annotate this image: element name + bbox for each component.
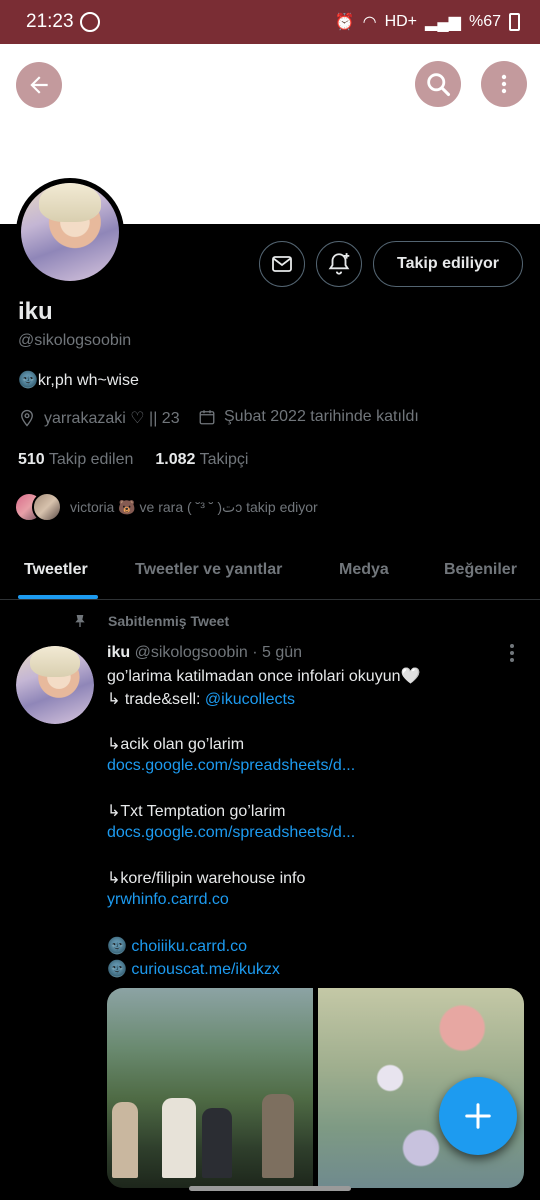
- tweet-line-prefix: 🌚: [107, 961, 132, 978]
- dot-icon: [510, 650, 514, 655]
- tweet-avatar[interactable]: [16, 646, 94, 724]
- avatar-image: [21, 183, 119, 281]
- alarm-icon: ⏰: [334, 14, 355, 31]
- joined-text: Şubat 2022 tarihinde katıldı: [224, 408, 419, 425]
- battery-icon: [509, 13, 520, 31]
- profile-joined: Şubat 2022 tarihinde katıldı: [198, 408, 419, 426]
- followers-stat[interactable]: 1.082 Takipçi: [155, 451, 248, 469]
- profile-bio: 🌚kr,ph wh~wise: [18, 372, 139, 389]
- following-count: 510: [18, 451, 45, 468]
- pin-icon: [75, 615, 85, 627]
- followed-by-row[interactable]: victoria 🐻 ve rara ت( ˘ ³˘ )ɔ takip ediy…: [14, 492, 318, 522]
- following-label: Takip edilen: [48, 451, 134, 468]
- status-right: ⏰ ◠ HD+ ▂▄▆ %67: [335, 12, 520, 32]
- tweet-link[interactable]: docs.google.com/spreadsheets/d...: [107, 824, 355, 842]
- more-vertical-icon: [501, 74, 507, 94]
- calendar-icon: [199, 410, 215, 425]
- profile-stats: 510 Takip edilen 1.082 Takipçi: [18, 451, 248, 469]
- status-bar: 21:23 ⏰ ◠ HD+ ▂▄▆ %67: [0, 0, 540, 44]
- tweet-text-line: ↳ trade&sell: @ikucollects: [107, 689, 295, 709]
- network-label: HD+: [384, 13, 418, 30]
- status-time: 21:23: [26, 11, 74, 32]
- tweet-text-line: 🌚 curiouscat.me/ikukzx: [107, 959, 280, 979]
- followers-count: 1.082: [155, 451, 196, 468]
- arrow-left-icon: [30, 76, 48, 94]
- media-figure: [112, 1102, 138, 1178]
- media-figure: [162, 1098, 196, 1178]
- followed-by-text: victoria 🐻 ve rara ت( ˘ ³˘ )ɔ takip ediy…: [70, 498, 318, 515]
- tweet-text-line: go’larima katilmadan once infolari okuyu…: [107, 668, 421, 685]
- tweet-header: iku @sikologsoobin · 5 gün: [107, 644, 302, 662]
- tweet-time: · 5 gün: [252, 644, 303, 661]
- profile-tabs: Tweetler Tweetler ve yanıtlar Medya Beğe…: [0, 540, 540, 600]
- tweet-line-prefix: 🌚: [107, 938, 132, 955]
- message-button[interactable]: [259, 241, 305, 287]
- tweet-media-image[interactable]: [107, 988, 313, 1188]
- tweet-mention-link[interactable]: @ikucollects: [205, 691, 295, 708]
- active-tab-indicator: [18, 595, 98, 599]
- following-button[interactable]: Takip ediliyor: [373, 241, 523, 287]
- notify-button[interactable]: [316, 241, 362, 287]
- wifi-icon: ◠: [362, 14, 377, 31]
- follower-avatar: [32, 492, 62, 522]
- search-button[interactable]: [415, 61, 461, 107]
- tweet-author-handle: @sikologsoobin: [134, 644, 248, 661]
- back-button[interactable]: [16, 62, 62, 108]
- compose-tweet-button[interactable]: [439, 1077, 517, 1155]
- profile-avatar[interactable]: [16, 178, 124, 286]
- tab-tweets-replies[interactable]: Tweetler ve yanıtlar: [135, 540, 282, 600]
- pinned-text: Sabitlenmiş Tweet: [108, 613, 230, 629]
- tweet-line-prefix: ↳ trade&sell:: [107, 691, 205, 708]
- media-figure: [202, 1108, 232, 1178]
- tweet-author-name[interactable]: iku: [107, 644, 130, 661]
- following-stat[interactable]: 510 Takip edilen: [18, 451, 133, 469]
- tab-media[interactable]: Medya: [339, 540, 389, 600]
- signal-icon: ▂▄▆: [425, 14, 461, 31]
- dot-icon: [510, 643, 514, 648]
- bell-plus-icon: [328, 253, 350, 275]
- tweet-text-line: ↳kore/filipin warehouse info: [107, 870, 306, 887]
- tweet-link[interactable]: curiouscat.me/ikukzx: [131, 961, 280, 978]
- battery-label: %67: [468, 13, 501, 30]
- tab-likes[interactable]: Beğeniler: [444, 540, 517, 600]
- location-icon: [21, 409, 33, 427]
- pinned-label: Sabitlenmiş Tweet: [72, 612, 229, 630]
- home-indicator[interactable]: [189, 1186, 351, 1191]
- mail-icon: [272, 256, 292, 272]
- tweet-more-button[interactable]: [505, 642, 519, 664]
- tweet-link[interactable]: docs.google.com/spreadsheets/d...: [107, 757, 355, 775]
- followers-label: Takipçi: [199, 451, 249, 468]
- location-text: yarrakazaki ♡ || 23: [44, 410, 180, 427]
- dot-icon: [510, 658, 514, 663]
- search-icon: [427, 73, 451, 97]
- tweet-avatar-image: [16, 646, 94, 724]
- tweet-link[interactable]: yrwhinfo.carrd.co: [107, 891, 229, 909]
- tweet-link[interactable]: choiiiku.carrd.co: [131, 938, 247, 955]
- whatsapp-icon: [79, 12, 100, 32]
- media-figure: [262, 1094, 294, 1178]
- profile-location: yarrakazaki ♡ || 23: [18, 408, 180, 428]
- tab-tweets[interactable]: Tweetler: [24, 540, 88, 600]
- more-button[interactable]: [481, 61, 527, 107]
- plus-icon: [465, 1103, 491, 1129]
- tweet-text-line: ↳acik olan go’larim: [107, 736, 245, 753]
- tweet-text-line: ↳Txt Temptation go’larim: [107, 803, 286, 820]
- profile-name: iku: [18, 298, 53, 325]
- profile-handle: @sikologsoobin: [18, 332, 132, 349]
- tweet-text-line: 🌚 choiiiku.carrd.co: [107, 936, 247, 956]
